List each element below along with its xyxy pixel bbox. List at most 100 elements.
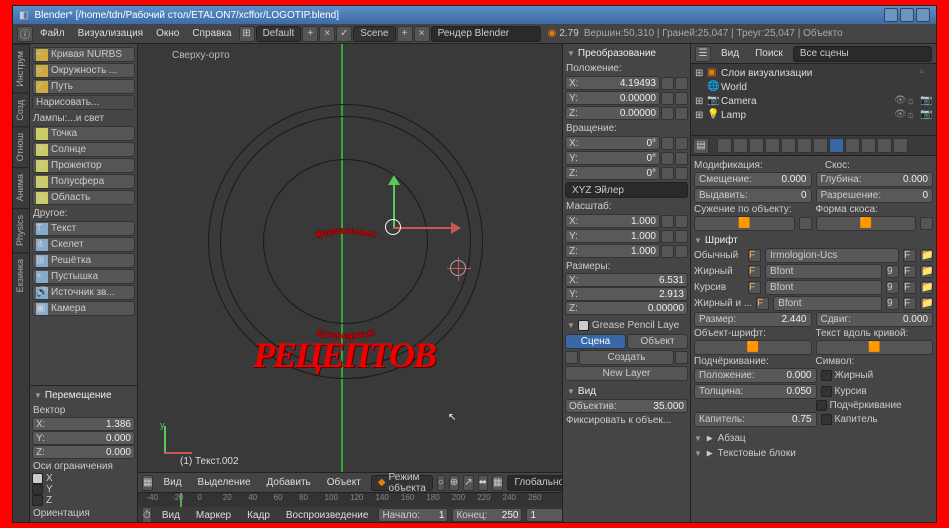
scale-z[interactable]: Z:1.000 — [565, 244, 660, 258]
loc-x[interactable]: X:4.19493 — [565, 76, 660, 90]
op-y[interactable]: Y:0.000 — [32, 431, 135, 445]
lock-lz[interactable] — [661, 107, 674, 120]
ol-lamp[interactable]: ⊞💡Lamp👁⯐📷 — [693, 108, 934, 122]
font-f[interactable]: F — [903, 249, 916, 262]
add-nurbs-curve[interactable]: ~Кривая NURBS — [32, 47, 135, 62]
add-path[interactable]: ⟋Путь — [32, 79, 135, 94]
prop-editor-icon[interactable]: ▤ — [693, 138, 709, 154]
para-section[interactable]: ▼ Абзац — [694, 430, 933, 445]
font-size[interactable]: Размер:2.440 — [694, 312, 812, 327]
ptab-texture[interactable] — [861, 138, 876, 153]
rot-x[interactable]: X:0° — [565, 136, 660, 150]
mode-dropdown[interactable]: ◆Режим объекта — [371, 475, 433, 491]
axis-x-check[interactable] — [32, 473, 43, 484]
scene-dropdown[interactable]: Scene — [353, 26, 395, 42]
add-circle[interactable]: ○Окружность ... — [32, 63, 135, 78]
tl-current[interactable]: 1 — [526, 508, 562, 522]
add-speaker[interactable]: 🔊Источник зв... — [32, 285, 135, 300]
layout-add-icon[interactable]: + — [302, 26, 318, 42]
outliner-icon[interactable]: ☰ — [695, 46, 711, 62]
menu-help[interactable]: Справка — [186, 28, 237, 39]
gp-create[interactable]: Создать — [579, 350, 674, 365]
np-view[interactable]: Вид — [565, 384, 688, 399]
resolution[interactable]: Разрешение:0 — [816, 188, 934, 203]
chk-bold[interactable] — [821, 370, 832, 381]
ptab-scene[interactable] — [749, 138, 764, 153]
gp-scene[interactable]: Сцена — [565, 334, 626, 349]
ptab-layers[interactable] — [733, 138, 748, 153]
vtab-tools[interactable]: Инструм — [13, 44, 29, 93]
add-point-lamp[interactable]: ·Точка — [32, 126, 135, 141]
ptab-constraint[interactable] — [797, 138, 812, 153]
font-shear[interactable]: Сдвиг:0.000 — [816, 312, 934, 327]
np-gp[interactable]: Grease Pencil Laye — [565, 318, 688, 333]
op-z[interactable]: Z:0.000 — [32, 445, 135, 459]
menu-window[interactable]: Окно — [150, 28, 185, 39]
ptab-object[interactable] — [781, 138, 796, 153]
tl-play[interactable]: Воспроизведение — [280, 510, 375, 521]
vh-add[interactable]: Добавить — [261, 477, 317, 488]
add-armature[interactable]: ⋔Скелет — [32, 237, 135, 252]
add-sun-lamp[interactable]: ☀Солнце — [32, 142, 135, 157]
manip-t-icon[interactable]: ⬌ — [478, 475, 488, 491]
textblocks-section[interactable]: ▼ Текстовые блоки — [694, 445, 933, 460]
vh-view[interactable]: Вид — [157, 477, 187, 488]
ptab-material[interactable] — [845, 138, 860, 153]
orient-dropdown[interactable]: Глобально — [507, 475, 562, 491]
tl-end[interactable]: Конец:250 — [452, 508, 522, 522]
gp-newlayer[interactable]: New Layer — [565, 366, 688, 381]
objfont-sel[interactable]: 🟧 — [694, 340, 812, 355]
maximize-button[interactable] — [900, 8, 914, 22]
gp-object[interactable]: Объект — [627, 334, 688, 349]
add-draw[interactable]: Нарисовать... — [32, 95, 135, 110]
ol-camera[interactable]: ⊞📷Camera👁⯐📷 — [693, 94, 934, 108]
add-spot-lamp[interactable]: ▽Прожектор — [32, 158, 135, 173]
add-camera[interactable]: ▣Камера — [32, 301, 135, 316]
layers-icon[interactable]: ▦ — [492, 475, 503, 491]
vh-select[interactable]: Выделение — [192, 477, 257, 488]
minimize-button[interactable] — [884, 8, 898, 22]
add-hemi-lamp[interactable]: ◡Полусфера — [32, 174, 135, 189]
menu-file[interactable]: Файл — [34, 28, 71, 39]
rot-y[interactable]: Y:0° — [565, 151, 660, 165]
tl-frame[interactable]: Кадр — [241, 510, 276, 521]
extrude[interactable]: Выдавить:0 — [694, 188, 812, 203]
menu-render[interactable]: Визуализация — [72, 28, 149, 39]
curve-sel[interactable]: 🟧 — [816, 340, 934, 355]
key-ly[interactable] — [675, 92, 688, 105]
ol-filter[interactable]: Все сцены — [793, 46, 932, 62]
ptab-render[interactable] — [717, 138, 732, 153]
ul-thick[interactable]: Толщина:0.050 — [694, 384, 817, 399]
layout-del-icon[interactable]: × — [319, 26, 335, 42]
vtab-create[interactable]: Созд — [13, 93, 29, 127]
outliner[interactable]: ⊞▣Слои визуализации▫ 🌐World ⊞📷Camera👁⯐📷 … — [691, 64, 936, 136]
lens[interactable]: Объектив:35.000 — [565, 399, 688, 413]
dim-z[interactable]: Z:0.00000 — [565, 301, 688, 315]
op-header[interactable]: Перемещение — [32, 388, 135, 403]
scene-del-icon[interactable]: × — [414, 26, 430, 42]
vtab-extra[interactable]: Екзинка — [13, 252, 29, 298]
add-text[interactable]: TТекст — [32, 221, 135, 236]
ptab-data[interactable] — [829, 138, 844, 153]
tl-view[interactable]: Вид — [156, 510, 186, 521]
scale-y[interactable]: Y:1.000 — [565, 229, 660, 243]
offset[interactable]: Смещение:0.000 — [694, 172, 812, 187]
close-button[interactable] — [916, 8, 930, 22]
dim-y[interactable]: Y:2.913 — [565, 287, 688, 301]
lock-ly[interactable] — [661, 92, 674, 105]
scene-add-icon[interactable]: + — [397, 26, 413, 42]
add-area-lamp[interactable]: ▭Область — [32, 190, 135, 205]
editor-type-icon[interactable]: ⓘ — [17, 26, 33, 42]
add-lattice[interactable]: ⊞Решётка — [32, 253, 135, 268]
axis-z-check[interactable] — [32, 495, 43, 506]
tl-marker[interactable]: Маркер — [190, 510, 237, 521]
layout-dropdown[interactable]: Default — [256, 26, 302, 42]
taper-obj[interactable]: 🟧 — [694, 216, 795, 231]
add-empty[interactable]: +Пустышка — [32, 269, 135, 284]
tl-start[interactable]: Начало:1 — [378, 508, 448, 522]
lock-lx[interactable] — [661, 77, 674, 90]
key-lx[interactable] — [675, 77, 688, 90]
vtab-relations[interactable]: Отнош — [13, 126, 29, 167]
key-lz[interactable] — [675, 107, 688, 120]
dim-x[interactable]: X:6.531 — [565, 273, 688, 287]
